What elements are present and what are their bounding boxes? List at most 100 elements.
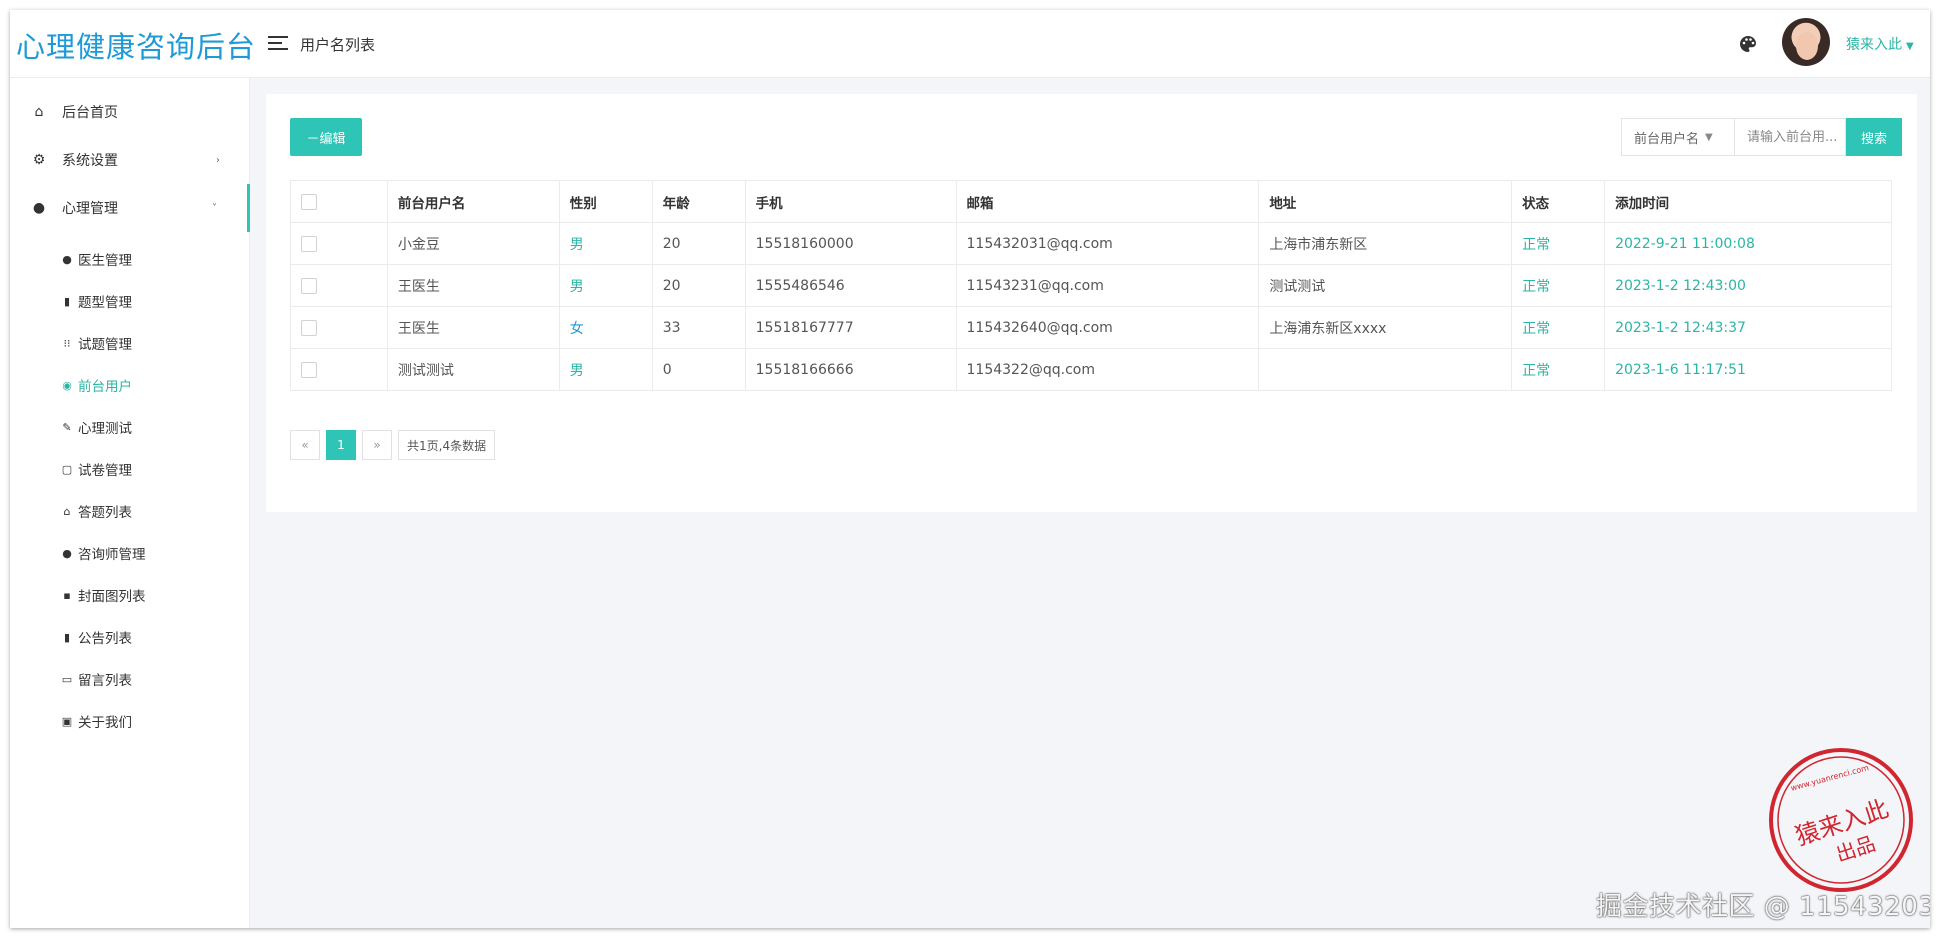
chevron-right-icon: › bbox=[216, 154, 220, 166]
cell-age: 0 bbox=[651, 348, 746, 391]
column-header[interactable]: 邮箱 bbox=[955, 180, 1260, 223]
sidebar-item-label: 系统设置 bbox=[62, 153, 118, 169]
user-icon: ● bbox=[62, 546, 72, 560]
sidebar-item-home[interactable]: ⌂ 后台首页 bbox=[10, 88, 250, 136]
sidebar-sub-label: 咨询师管理 bbox=[78, 547, 146, 563]
cell-age: 33 bbox=[651, 306, 746, 349]
cell-gender: 男 bbox=[558, 348, 653, 391]
book-icon: ▮ bbox=[63, 294, 71, 308]
user-menu[interactable]: 猿来入此 ▼ bbox=[1846, 34, 1914, 54]
user-circle-icon: ◉ bbox=[62, 378, 72, 392]
table-row[interactable]: 测试测试 男 0 15518166666 1154322@qq.com 正常 2… bbox=[290, 348, 1892, 391]
sidebar-sub-label: 试卷管理 bbox=[78, 463, 132, 479]
sidebar-item-questions[interactable]: ⁝⁝ 试题管理 bbox=[60, 330, 133, 356]
cell-address: 上海浦东新区xxxx bbox=[1258, 306, 1513, 349]
search-field-select[interactable]: 前台用户名 ▼ bbox=[1621, 118, 1735, 156]
row-checkbox[interactable] bbox=[301, 235, 317, 252]
table-header-row: 前台用户名 性别 年龄 手机 邮箱 地址 状态 添加时间 bbox=[290, 180, 1892, 223]
cell-phone: 15518167777 bbox=[744, 306, 957, 349]
row-checkbox[interactable] bbox=[301, 277, 317, 294]
sidebar-item-about[interactable]: ▣ 关于我们 bbox=[60, 708, 132, 734]
cell-status: 正常 bbox=[1511, 306, 1606, 349]
edit-button[interactable]: －编辑 bbox=[290, 118, 362, 156]
row-checkbox[interactable] bbox=[301, 319, 317, 336]
stamp-url: www.yuanrenci.com bbox=[1790, 763, 1870, 793]
search-button[interactable]: 搜索 bbox=[1846, 118, 1902, 156]
row-select-cell bbox=[290, 222, 388, 265]
column-header[interactable]: 地址 bbox=[1258, 180, 1513, 223]
column-header[interactable]: 前台用户名 bbox=[386, 180, 560, 223]
column-header[interactable]: 添加时间 bbox=[1604, 180, 1892, 223]
table-row[interactable]: 王医生 女 33 15518167777 115432640@qq.com 上海… bbox=[290, 306, 1892, 349]
cell-username: 测试测试 bbox=[386, 348, 560, 391]
sidebar-item-doctors[interactable]: ● 医生管理 bbox=[60, 246, 132, 272]
sidebar-item-tests[interactable]: ✎ 心理测试 bbox=[60, 414, 132, 440]
sidebar-item-label: 后台首页 bbox=[62, 105, 118, 121]
menu-toggle-icon[interactable] bbox=[268, 36, 288, 52]
sidebar-item-covers[interactable]: ▪ 封面图列表 bbox=[60, 582, 145, 608]
cell-status: 正常 bbox=[1511, 264, 1606, 307]
caret-down-icon: ▼ bbox=[1705, 131, 1713, 143]
sidebar-item-front-users[interactable]: ◉ 前台用户 bbox=[60, 372, 132, 398]
user-avatar[interactable] bbox=[1782, 18, 1830, 66]
search-field-label: 前台用户名 bbox=[1634, 131, 1700, 147]
table-row[interactable]: 小金豆 男 20 15518160000 115432031@qq.com 上海… bbox=[290, 222, 1892, 265]
prev-page-button[interactable]: « bbox=[290, 430, 320, 460]
sidebar-sub-label: 试题管理 bbox=[78, 337, 132, 353]
id-card-icon: ▣ bbox=[61, 714, 73, 728]
search-input[interactable] bbox=[1734, 118, 1846, 156]
sidebar-item-messages[interactable]: ▭ 留言列表 bbox=[60, 666, 132, 692]
tent-icon: ⌂ bbox=[63, 504, 71, 518]
cell-created-at: 2023-1-2 12:43:37 bbox=[1604, 306, 1892, 349]
cell-email: 11543231@qq.com bbox=[955, 264, 1260, 307]
cell-status: 正常 bbox=[1511, 222, 1606, 265]
sidebar-item-papers[interactable]: ▢ 试卷管理 bbox=[60, 456, 132, 482]
image-icon: ▪ bbox=[63, 588, 71, 602]
column-header[interactable]: 年龄 bbox=[651, 180, 746, 223]
select-all-checkbox[interactable] bbox=[301, 193, 317, 210]
watermark-text: 掘金技术社区 @ 115432031q bbox=[1596, 892, 1930, 922]
content-card: －编辑 前台用户名 ▼ 搜索 前台用户名 性别 年龄 手机 邮箱 地址 bbox=[266, 94, 1917, 512]
brand-stamp-seal: www.yuanrenci.com 猿来入此 出品 bbox=[1769, 748, 1913, 892]
sidebar-item-answers[interactable]: ⌂ 答题列表 bbox=[60, 498, 133, 524]
column-header[interactable]: 手机 bbox=[744, 180, 957, 223]
sidebar-sub-label: 关于我们 bbox=[78, 715, 132, 731]
cell-username: 王医生 bbox=[386, 306, 560, 349]
cell-status: 正常 bbox=[1511, 348, 1606, 391]
sidebar-sub-label: 心理测试 bbox=[78, 421, 132, 437]
row-checkbox[interactable] bbox=[301, 361, 317, 378]
user-icon: ● bbox=[62, 252, 72, 266]
row-select-cell bbox=[290, 306, 388, 349]
window-icon: ▭ bbox=[61, 672, 73, 686]
cell-address: 上海市浦东新区 bbox=[1258, 222, 1513, 265]
bubble-icon: ● bbox=[32, 200, 46, 216]
grid-icon: ⁝⁝ bbox=[63, 336, 71, 350]
sidebar-item-settings[interactable]: ⚙ 系统设置 › bbox=[10, 136, 250, 184]
caret-down-icon: ▼ bbox=[1906, 41, 1914, 52]
sidebar-item-label: 心理管理 bbox=[62, 201, 118, 217]
sidebar-item-question-types[interactable]: ▮ 题型管理 bbox=[60, 288, 132, 314]
sidebar-sub-label: 留言列表 bbox=[78, 673, 132, 689]
cell-username: 小金豆 bbox=[386, 222, 560, 265]
sidebar-item-psych[interactable]: ● 心理管理 ˅ bbox=[10, 184, 250, 232]
sidebar-item-notices[interactable]: ▮ 公告列表 bbox=[60, 624, 132, 650]
sidebar-item-counselors[interactable]: ● 咨询师管理 bbox=[60, 540, 146, 566]
gear-icon: ⚙ bbox=[32, 152, 46, 168]
next-page-button[interactable]: » bbox=[362, 430, 392, 460]
row-select-cell bbox=[290, 348, 388, 391]
select-all-cell bbox=[290, 180, 388, 223]
sidebar-sub-label: 答题列表 bbox=[78, 505, 132, 521]
sidebar-sub-label: 医生管理 bbox=[78, 253, 132, 269]
page-button-current[interactable]: 1 bbox=[326, 430, 356, 460]
chevron-down-icon: ˅ bbox=[212, 202, 217, 214]
column-header[interactable]: 性别 bbox=[558, 180, 653, 223]
cell-age: 20 bbox=[651, 264, 746, 307]
cell-created-at: 2023-1-6 11:17:51 bbox=[1604, 348, 1892, 391]
column-header[interactable]: 状态 bbox=[1511, 180, 1606, 223]
cell-phone: 15518166666 bbox=[744, 348, 957, 391]
pencil-icon: ✎ bbox=[62, 420, 72, 434]
palette-icon[interactable] bbox=[1738, 34, 1758, 54]
pagination: « 1 » 共1页,4条数据 bbox=[290, 430, 501, 460]
row-select-cell bbox=[290, 264, 388, 307]
table-row[interactable]: 王医生 男 20 1555486546 11543231@qq.com 测试测试… bbox=[290, 264, 1892, 307]
